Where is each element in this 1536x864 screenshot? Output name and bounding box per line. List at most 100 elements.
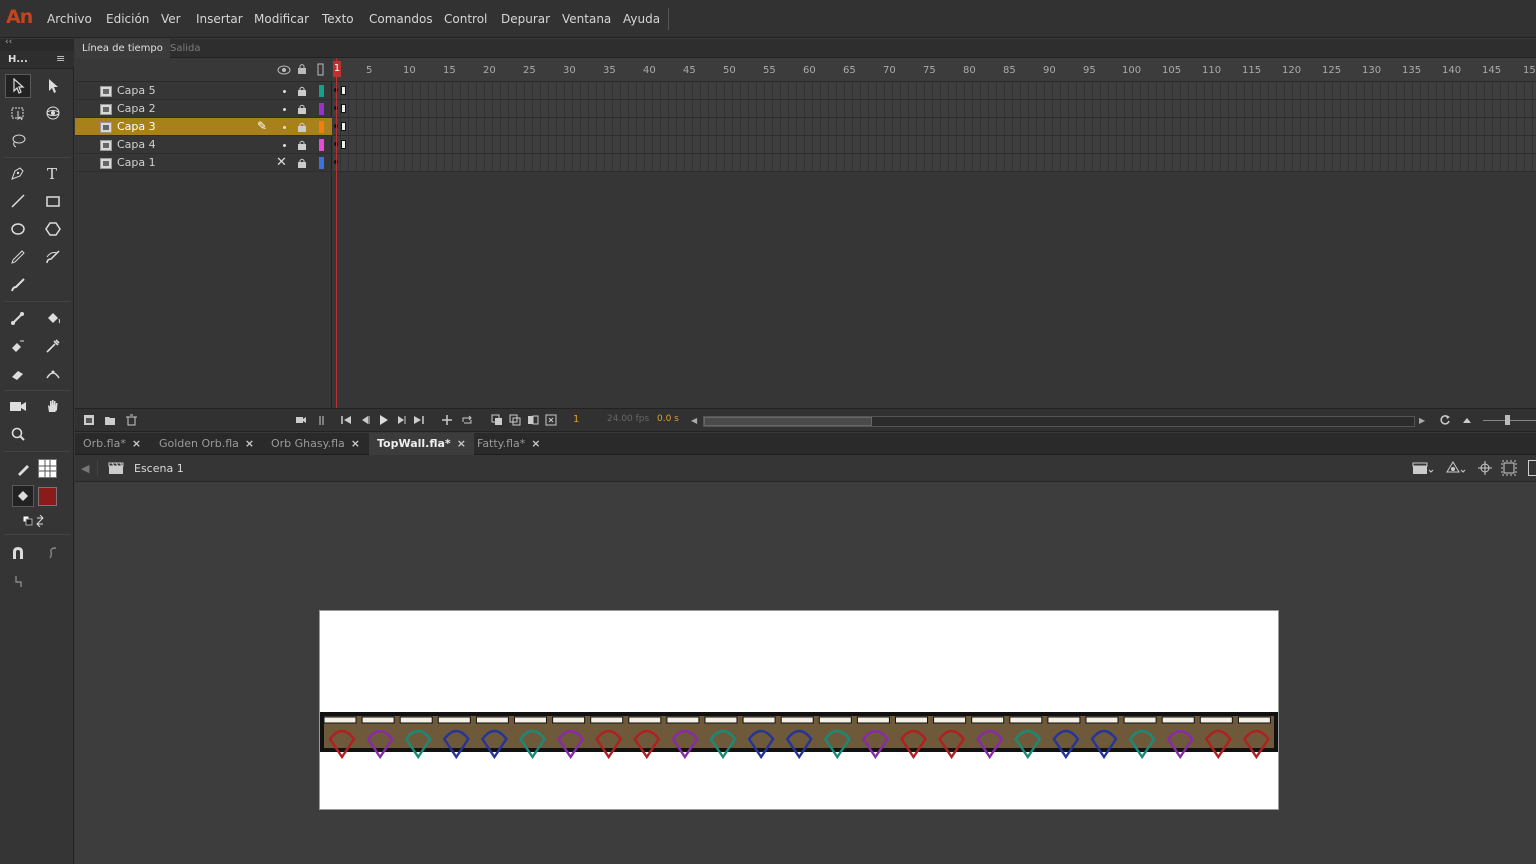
scroll-left-icon[interactable]: ◀	[691, 416, 697, 425]
menu-item-7[interactable]: Control	[444, 12, 487, 26]
frame-ruler[interactable]: 1510152025303540455055606570758085909510…	[333, 58, 1536, 82]
pencil-tool-icon[interactable]	[5, 245, 31, 269]
width-tool-icon[interactable]	[40, 362, 66, 386]
frame-row[interactable]	[333, 154, 1536, 172]
hidden-x-icon[interactable]: ✕	[276, 155, 287, 170]
camera-icon[interactable]	[295, 414, 307, 426]
layer-outline-color[interactable]	[319, 103, 324, 115]
layer-name[interactable]: Capa 1	[117, 156, 156, 169]
doc-tab[interactable]: Golden Orb.fla ×	[151, 433, 262, 455]
collapse-icon[interactable]: ‹‹	[5, 37, 12, 47]
elapsed-time-field[interactable]: 0.0 s	[657, 414, 679, 424]
brush-tool-icon[interactable]	[5, 273, 31, 297]
menu-item-4[interactable]: Modificar	[254, 12, 309, 26]
go-to-last-frame-icon[interactable]	[413, 414, 425, 426]
play-icon[interactable]	[377, 414, 389, 426]
frame-end-icon[interactable]	[341, 122, 346, 131]
swap-colors-icon[interactable]	[22, 514, 49, 530]
frame-size-slider-handle[interactable]	[1505, 415, 1510, 425]
panel-menu-icon[interactable]: ≡	[56, 52, 65, 65]
tools-panel-tab[interactable]: H... ≡	[0, 51, 74, 69]
layer-row[interactable]: Capa 5	[75, 82, 332, 100]
close-icon[interactable]: ×	[245, 437, 254, 450]
playhead[interactable]	[336, 58, 337, 408]
fps-field[interactable]: 24.00 fps	[607, 414, 649, 424]
pen-tool-icon[interactable]	[5, 161, 31, 185]
zoom-frames-icon[interactable]	[1461, 414, 1473, 426]
layer-depth-icon[interactable]	[317, 414, 329, 426]
doc-tab[interactable]: TopWall.fla* ×	[369, 433, 474, 455]
stroke-color-icon[interactable]	[10, 457, 36, 481]
visibility-dot-icon[interactable]	[283, 144, 286, 147]
menu-item-1[interactable]: Edición	[106, 12, 149, 26]
stroke-color-swatch[interactable]	[38, 459, 57, 478]
current-frame-field[interactable]: 1	[573, 414, 579, 425]
frame-end-icon[interactable]	[341, 86, 346, 95]
fill-color-icon[interactable]	[12, 485, 34, 507]
edit-multiple-frames-icon[interactable]	[527, 414, 539, 426]
visibility-dot-icon[interactable]	[283, 108, 286, 111]
lock-icon[interactable]	[297, 122, 306, 132]
visibility-dot-icon[interactable]	[283, 126, 286, 129]
center-frame-icon[interactable]	[441, 414, 453, 426]
step-back-icon[interactable]	[359, 414, 371, 426]
visibility-dot-icon[interactable]	[283, 90, 286, 93]
lock-icon[interactable]	[297, 104, 306, 114]
camera-tool-icon[interactable]	[5, 394, 31, 418]
3d-rotation-tool-icon[interactable]	[40, 101, 66, 125]
menu-item-6[interactable]: Comandos	[369, 12, 433, 26]
polystar-tool-icon[interactable]	[40, 217, 66, 241]
frame-row[interactable]	[333, 136, 1536, 154]
back-arrow-icon[interactable]: ◀	[81, 462, 89, 475]
tab-timeline[interactable]: Línea de tiempo	[75, 39, 170, 58]
layer-row[interactable]: Capa 4	[75, 136, 332, 154]
rectangle-tool-icon[interactable]	[40, 189, 66, 213]
edit-scene-icon[interactable]	[1412, 461, 1434, 475]
menu-item-0[interactable]: Archivo	[47, 12, 92, 26]
modify-markers-icon[interactable]	[545, 414, 557, 426]
lasso-tool-icon[interactable]	[5, 129, 31, 153]
smooth-icon[interactable]	[40, 541, 66, 565]
layer-name[interactable]: Capa 3	[117, 120, 156, 133]
tab-output[interactable]: Salida	[163, 39, 208, 58]
layer-row[interactable]: Capa 3 ✎	[75, 118, 332, 136]
close-icon[interactable]: ×	[457, 437, 466, 450]
stage-canvas[interactable]	[319, 610, 1279, 810]
close-icon[interactable]: ×	[132, 437, 141, 450]
playhead-frame-number[interactable]: 1	[333, 61, 341, 77]
frame-end-icon[interactable]	[341, 140, 346, 149]
layer-name[interactable]: Capa 4	[117, 138, 156, 151]
layer-outline-color[interactable]	[319, 121, 324, 133]
bone-tool-icon[interactable]	[5, 306, 31, 330]
scene-name[interactable]: Escena 1	[134, 462, 184, 475]
go-to-first-frame-icon[interactable]	[340, 414, 352, 426]
layer-name[interactable]: Capa 5	[117, 84, 156, 97]
frame-end-icon[interactable]	[341, 104, 346, 113]
zoom-field[interactable]	[1528, 460, 1536, 476]
line-tool-icon[interactable]	[5, 189, 31, 213]
paint-brush-tool-icon[interactable]	[40, 245, 66, 269]
outline-all-icon[interactable]	[317, 63, 325, 77]
zoom-tool-icon[interactable]	[5, 422, 31, 446]
oval-tool-icon[interactable]	[5, 217, 31, 241]
close-icon[interactable]: ×	[351, 437, 360, 450]
lock-icon[interactable]	[297, 158, 306, 168]
timeline-frames-panel[interactable]: 1510152025303540455055606570758085909510…	[333, 58, 1536, 408]
timeline-scroll-thumb[interactable]	[704, 417, 872, 426]
frame-row[interactable]	[333, 100, 1536, 118]
show-hide-all-icon[interactable]	[277, 65, 291, 75]
eyedropper-tool-icon[interactable]	[40, 334, 66, 358]
menu-item-5[interactable]: Texto	[322, 12, 354, 26]
selection-tool-icon[interactable]	[5, 74, 31, 98]
fill-color-swatch[interactable]	[38, 487, 57, 506]
clip-content-icon[interactable]	[1501, 460, 1517, 476]
lock-icon[interactable]	[297, 140, 306, 150]
eraser-tool-icon[interactable]	[5, 362, 31, 386]
layer-row[interactable]: Capa 2	[75, 100, 332, 118]
lock-all-icon[interactable]	[297, 63, 307, 75]
center-stage-icon[interactable]	[1477, 460, 1493, 476]
straighten-icon[interactable]	[5, 569, 31, 593]
doc-tab[interactable]: Orb.fla* ×	[75, 433, 149, 455]
doc-tab[interactable]: Fatty.fla* ×	[469, 433, 549, 455]
onion-skin-outlines-icon[interactable]	[509, 414, 521, 426]
